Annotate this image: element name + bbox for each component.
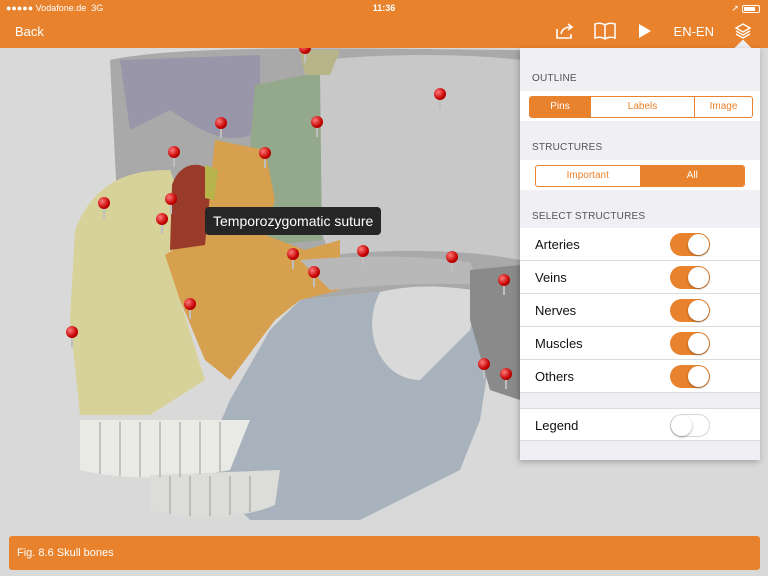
structure-pin[interactable] — [156, 213, 168, 235]
structures-option-important[interactable]: Important — [536, 166, 640, 186]
legend-label: Legend — [535, 418, 579, 433]
structure-tooltip: Temporozygomatic suture — [205, 207, 382, 235]
structure-pin[interactable] — [215, 117, 227, 139]
arteries-toggle[interactable] — [670, 233, 710, 256]
outline-segmented-control: Pins Labels Image — [529, 96, 753, 118]
row-label: Arteries — [535, 237, 580, 252]
structure-pin[interactable] — [434, 88, 446, 110]
row-label: Muscles — [535, 336, 583, 351]
structure-pin[interactable] — [446, 251, 458, 273]
structure-row-veins: Veins — [520, 261, 760, 294]
location-icon: ➚ — [731, 3, 739, 13]
figure-caption: Fig. 8.6 Skull bones — [9, 536, 760, 570]
battery-icon — [742, 4, 760, 13]
nav-actions: EN-EN — [554, 20, 754, 42]
structure-pin[interactable] — [500, 368, 512, 390]
structure-pin[interactable] — [168, 146, 180, 168]
structures-section-title: STRUCTURES — [532, 142, 603, 153]
outline-option-labels[interactable]: Labels — [590, 97, 694, 117]
structure-pin[interactable] — [66, 326, 78, 348]
upper-teeth-shape — [80, 420, 250, 478]
top-bar: ●●●●● Vodafone.de 3G 11:36 ➚ Back EN-EN — [0, 0, 768, 48]
language-button[interactable]: EN-EN — [674, 24, 714, 39]
clock: 11:36 — [372, 3, 396, 13]
structure-pin[interactable] — [308, 266, 320, 288]
outline-option-pins[interactable]: Pins — [530, 97, 590, 117]
outline-option-image[interactable]: Image — [694, 97, 752, 117]
play-icon[interactable] — [634, 20, 656, 42]
settings-popover: OUTLINE Pins Labels Image STRUCTURES Imp… — [520, 48, 760, 460]
structure-pin[interactable] — [259, 147, 271, 169]
status-right: ➚ — [731, 3, 760, 14]
structures-option-all[interactable]: All — [639, 166, 744, 186]
structure-pin[interactable] — [165, 193, 177, 215]
structure-row-others: Others — [520, 360, 760, 393]
nerves-toggle[interactable] — [670, 299, 710, 322]
muscles-toggle[interactable] — [670, 332, 710, 355]
structure-pin[interactable] — [299, 48, 311, 64]
structure-pin[interactable] — [287, 248, 299, 270]
outline-segment-container: Pins Labels Image — [520, 91, 760, 121]
legend-toggle[interactable] — [670, 414, 710, 437]
structure-pin[interactable] — [478, 358, 490, 380]
book-icon[interactable] — [593, 20, 616, 42]
structure-pin[interactable] — [498, 274, 510, 296]
structure-pin[interactable] — [98, 197, 110, 219]
structure-row-nerves: Nerves — [520, 294, 760, 327]
structure-row-arteries: Arteries — [520, 228, 760, 261]
share-icon[interactable] — [554, 20, 576, 42]
others-toggle[interactable] — [670, 365, 710, 388]
legend-row: Legend — [520, 408, 760, 441]
back-button[interactable]: Back — [15, 24, 44, 39]
row-label: Nerves — [535, 303, 577, 318]
outline-section-title: OUTLINE — [532, 73, 577, 84]
structure-pin[interactable] — [184, 298, 196, 320]
status-bar: ●●●●● Vodafone.de 3G 11:36 ➚ — [0, 0, 768, 16]
select-structures-title: SELECT STRUCTURES — [532, 211, 646, 222]
veins-toggle[interactable] — [670, 266, 710, 289]
structures-segmented-control: Important All — [535, 165, 745, 187]
row-label: Veins — [535, 270, 567, 285]
structure-row-muscles: Muscles — [520, 327, 760, 360]
structure-pin[interactable] — [311, 116, 323, 138]
row-label: Others — [535, 369, 575, 384]
structure-pin[interactable] — [357, 245, 369, 267]
structures-segment-container: Important All — [520, 160, 760, 190]
